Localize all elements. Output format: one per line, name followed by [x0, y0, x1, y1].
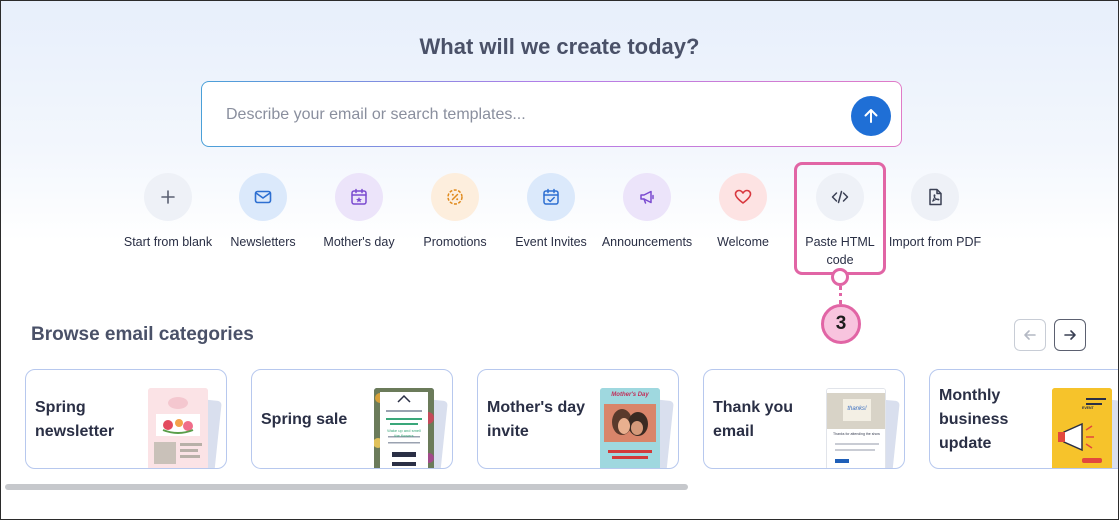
thank-you-preview — [827, 389, 885, 468]
quick-action-label: Newsletters — [230, 235, 296, 249]
spring-sale-preview-text: Wake up and smell the flowers — [387, 428, 421, 438]
thank-you-preview-note: thanks! — [847, 406, 867, 412]
quick-action-label: Promotions — [423, 235, 487, 249]
callout-connector-line — [839, 286, 842, 304]
start-from-blank-button[interactable]: Start from blank — [120, 173, 216, 251]
quick-action-label: Start from blank — [123, 235, 213, 249]
category-card-mothers-day-invite[interactable]: Mother's day invite Mother's Day — [477, 369, 679, 469]
category-card-title: Mother's day invite — [487, 399, 586, 440]
horizontal-scrollbar[interactable] — [1, 484, 1118, 490]
announcements-button[interactable]: Announcements — [599, 173, 695, 251]
monthly-update-preview — [1052, 388, 1112, 468]
spring-newsletter-preview — [148, 388, 208, 468]
category-card-spring-sale[interactable]: Spring sale Wake up and smell the flower… — [251, 369, 453, 469]
quick-action-label: Announcements — [601, 235, 693, 249]
newsletters-circle — [239, 173, 287, 221]
newsletters-button[interactable]: Newsletters — [215, 173, 311, 251]
category-card-title: Monthly business update — [939, 387, 1009, 452]
category-card-monthly-business-update[interactable]: Monthly business update Event — [929, 369, 1118, 469]
arrow-right-icon — [1064, 330, 1076, 340]
thumbnail-mothers-day-invite: Mother's Day — [600, 388, 660, 468]
carousel-next-button[interactable] — [1054, 319, 1086, 351]
callout-step-badge: 3 — [821, 304, 861, 344]
search-box — [201, 81, 902, 147]
announcements-circle — [623, 173, 671, 221]
calendar-star-icon — [351, 188, 367, 205]
thumbnail-monthly-business-update: Event — [1052, 388, 1112, 468]
quick-actions: Start from blank Newsletters Mother's da… — [1, 173, 1118, 273]
start-from-blank-circle — [144, 173, 192, 221]
mothers-day-preview-title: Mother's Day — [611, 392, 649, 398]
submit-button[interactable] — [851, 96, 891, 136]
event-invites-button[interactable]: Event Invites — [503, 173, 599, 251]
promotions-circle — [431, 173, 479, 221]
import-from-pdf-circle — [911, 173, 959, 221]
arrow-left-icon — [1024, 330, 1036, 340]
category-card-title: Spring sale — [261, 411, 348, 428]
quick-action-label: Welcome — [717, 235, 769, 249]
envelope-icon — [254, 190, 272, 204]
browse-categories-heading: Browse email categories — [31, 324, 254, 345]
thumbnail-spring-sale: Wake up and smell the flowers — [374, 388, 434, 468]
page-title: What will we create today? — [419, 34, 700, 59]
welcome-circle — [719, 173, 767, 221]
quick-action-label: Mother's day — [323, 235, 395, 249]
import-from-pdf-button[interactable]: Import from PDF — [887, 173, 983, 251]
event-invites-circle — [527, 173, 575, 221]
promotions-button[interactable]: Promotions — [407, 173, 503, 251]
calendar-check-icon — [543, 188, 559, 205]
category-cards: Spring newsletter Spring sale Wake up an… — [1, 369, 1118, 469]
scrollbar-thumb[interactable] — [5, 484, 688, 490]
app-window: What will we create today? Start from bl… — [0, 0, 1119, 520]
percent-badge-icon — [447, 189, 463, 205]
heart-icon — [734, 189, 752, 204]
thank-you-preview-text: Thanks for attending the show — [833, 432, 880, 436]
callout-highlight-box — [794, 162, 886, 275]
search-input[interactable] — [226, 102, 826, 128]
plus-icon — [161, 190, 175, 204]
mothers-day-button[interactable]: Mother's day — [311, 173, 407, 251]
thumbnail-spring-newsletter — [148, 388, 208, 468]
quick-action-label: Import from PDF — [888, 235, 982, 249]
carousel-prev-button[interactable] — [1014, 319, 1046, 351]
welcome-button[interactable]: Welcome — [695, 173, 791, 251]
category-card-thank-you-email[interactable]: Thank you email thanks! Thanks for atten… — [703, 369, 905, 469]
pdf-file-icon — [929, 188, 942, 206]
mothers-day-circle — [335, 173, 383, 221]
monthly-update-preview-text: Event — [1082, 406, 1094, 410]
search-box-inner — [202, 82, 901, 146]
quick-action-label: Event Invites — [515, 235, 587, 249]
category-card-spring-newsletter[interactable]: Spring newsletter — [25, 369, 227, 469]
mothers-day-preview — [600, 388, 660, 468]
megaphone-icon — [640, 190, 654, 204]
thumbnail-thank-you-email: thanks! Thanks for attending the show — [826, 388, 886, 468]
category-card-title: Spring newsletter — [35, 399, 115, 440]
arrow-up-icon — [864, 109, 878, 123]
callout-connector-dot — [831, 268, 849, 286]
category-card-title: Thank you email — [713, 399, 794, 440]
